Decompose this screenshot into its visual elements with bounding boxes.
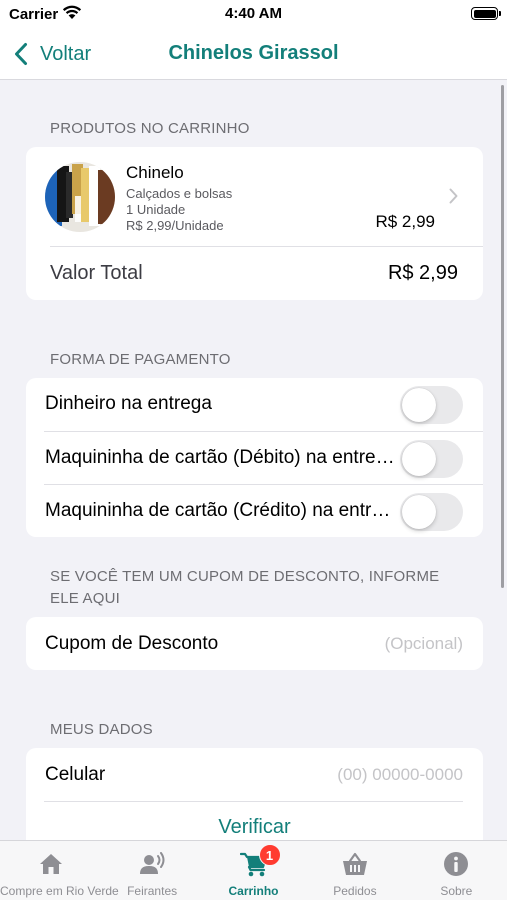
cash-toggle[interactable] bbox=[400, 386, 463, 424]
tab-about[interactable]: Sobre bbox=[406, 841, 507, 900]
tab-label: Compre em Rio Verde bbox=[0, 884, 119, 898]
verify-row: Verificar bbox=[26, 802, 483, 840]
tab-bar: Compre em Rio Verde Feirantes 1 Carrinho… bbox=[0, 840, 507, 900]
tab-label: Sobre bbox=[440, 884, 473, 898]
battery-icon bbox=[471, 7, 501, 20]
scroll-indicator[interactable] bbox=[501, 85, 504, 588]
home-icon bbox=[39, 854, 62, 874]
coupon-label: Cupom de Desconto bbox=[45, 633, 219, 654]
product-quantity: 1 Unidade bbox=[126, 202, 186, 217]
navigation-bar: Voltar Chinelos Girassol bbox=[0, 30, 507, 80]
product-unit-price: R$ 2,99/Unidade bbox=[126, 218, 224, 233]
cart-item-row[interactable]: Chinelo Calçados e bolsas 1 Unidade R$ 2… bbox=[26, 147, 483, 246]
clock: 4:40 AM bbox=[225, 5, 282, 22]
chevron-right-icon bbox=[449, 188, 458, 204]
tab-vendors[interactable]: Feirantes bbox=[101, 841, 202, 900]
payment-card: Dinheiro na entrega Maquininha de cartão… bbox=[26, 378, 483, 537]
credit-toggle[interactable] bbox=[400, 493, 463, 531]
payment-option-debit: Maquininha de cartão (Débito) na entrega bbox=[44, 431, 483, 484]
coupon-card: Cupom de Desconto bbox=[26, 617, 483, 670]
cart-badge: 1 bbox=[258, 844, 281, 866]
payment-option-credit: Maquininha de cartão (Crédito) na entreg… bbox=[44, 484, 483, 537]
vendor-icon bbox=[140, 852, 165, 874]
payment-option-label: Maquininha de cartão (Débito) na entrega bbox=[45, 447, 395, 468]
payment-option-label: Dinheiro na entrega bbox=[45, 393, 212, 414]
product-image bbox=[45, 162, 115, 232]
coupon-input[interactable] bbox=[283, 631, 463, 657]
page-title: Chinelos Girassol bbox=[168, 42, 339, 64]
coupon-row: Cupom de Desconto bbox=[26, 617, 483, 670]
phone-row: Celular bbox=[26, 748, 483, 801]
payment-section-header: FORMA DE PAGAMENTO bbox=[50, 351, 231, 368]
payment-option-cash: Dinheiro na entrega bbox=[26, 378, 483, 431]
cart-section-header: PRODUTOS NO CARRINHO bbox=[50, 120, 250, 137]
tab-label: Carrinho bbox=[228, 884, 279, 898]
verify-button[interactable]: Verificar bbox=[26, 816, 483, 839]
tab-label: Pedidos bbox=[333, 884, 377, 898]
product-category: Calçados e bolsas bbox=[126, 186, 233, 201]
checkout-scroll-view[interactable]: PRODUTOS NO CARRINHO Chinelo Calçados e … bbox=[0, 81, 507, 840]
tab-home[interactable]: Compre em Rio Verde bbox=[0, 841, 119, 900]
product-name: Chinelo bbox=[126, 163, 184, 182]
basket-icon bbox=[342, 852, 367, 875]
total-label: Valor Total bbox=[50, 262, 143, 284]
coupon-section-header: SE VOCÊ TEM UM CUPOM DE DESCONTO, INFORM… bbox=[50, 568, 440, 607]
total-value: R$ 2,99 bbox=[387, 262, 458, 284]
status-bar: Carrier 4:40 AM bbox=[0, 0, 507, 30]
tab-cart[interactable]: 1 Carrinho bbox=[203, 841, 304, 900]
phone-label: Celular bbox=[45, 764, 106, 785]
payment-option-label: Maquininha de cartão (Crédito) na entreg… bbox=[45, 500, 395, 521]
info-icon bbox=[444, 852, 469, 876]
tab-orders[interactable]: Pedidos bbox=[304, 841, 405, 900]
debit-toggle[interactable] bbox=[400, 440, 463, 478]
my-data-card: Celular Verificar bbox=[26, 748, 483, 840]
my-data-section-header: MEUS DADOS bbox=[50, 721, 153, 738]
cart-card: Chinelo Calçados e bolsas 1 Unidade R$ 2… bbox=[26, 147, 483, 300]
phone-input[interactable] bbox=[283, 762, 463, 788]
tab-label: Feirantes bbox=[127, 884, 178, 898]
product-price: R$ 2,99 bbox=[375, 212, 435, 231]
total-row: Valor Total R$ 2,99 bbox=[26, 247, 483, 300]
